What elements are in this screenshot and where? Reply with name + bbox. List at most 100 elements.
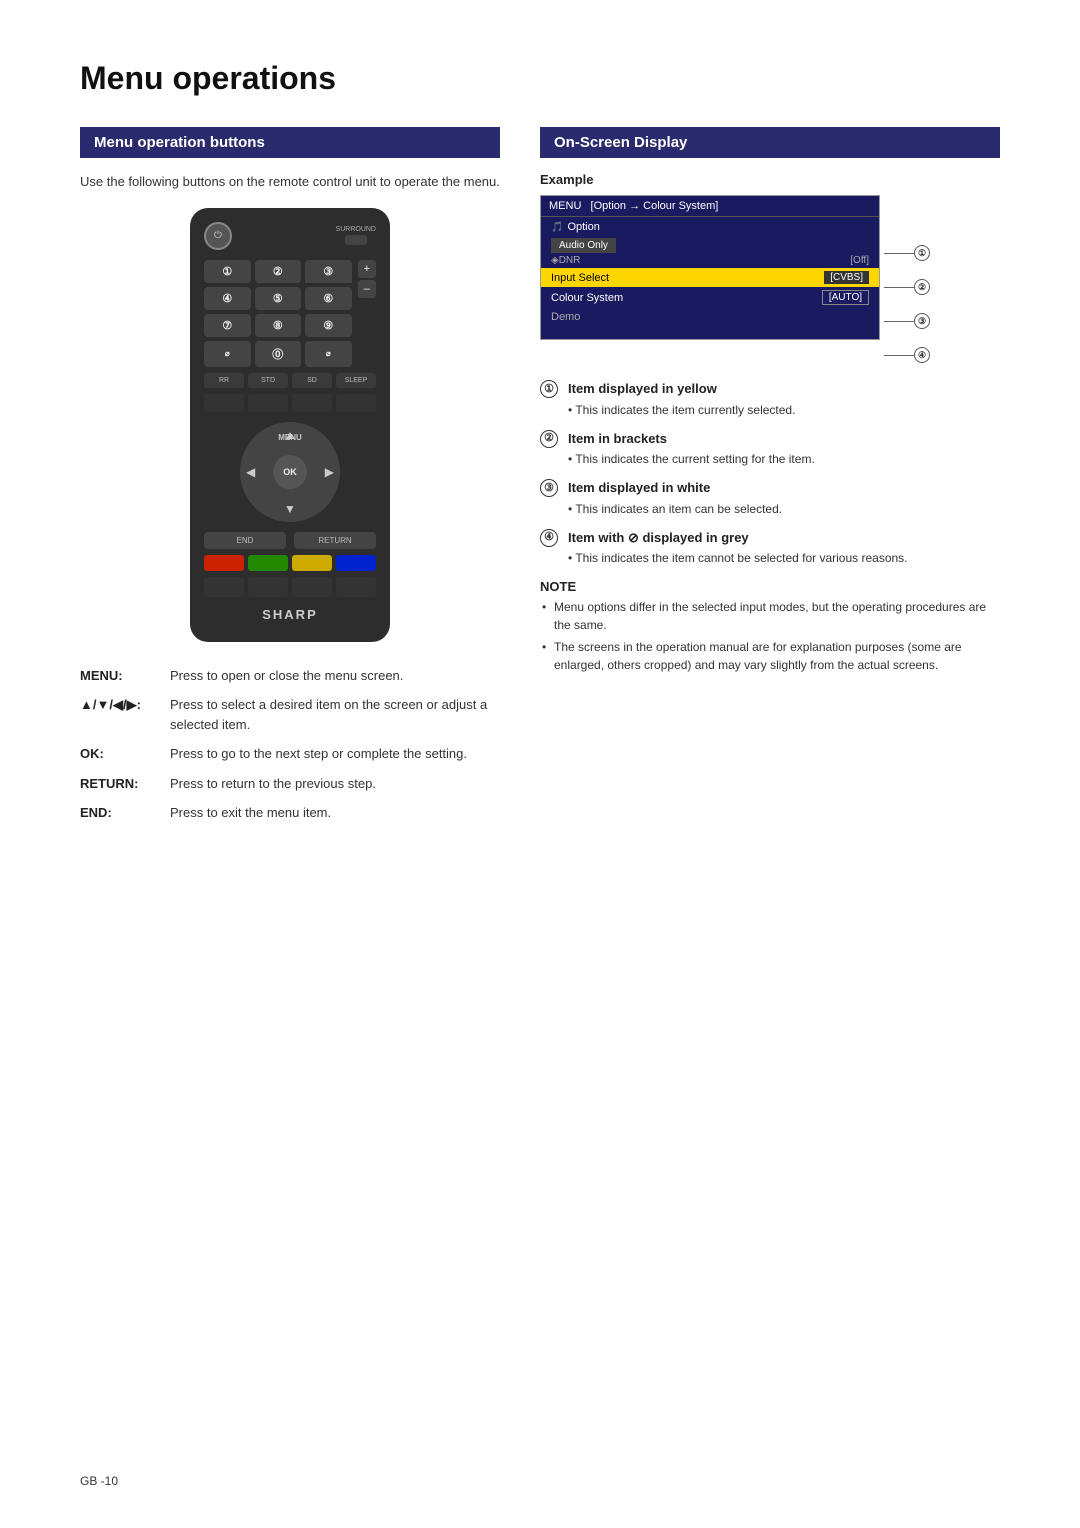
func-rect-3[interactable] xyxy=(292,394,332,412)
intro-text: Use the following buttons on the remote … xyxy=(80,172,500,192)
ann-line-3 xyxy=(884,321,914,322)
menu-label-above-dpad: MENU xyxy=(278,433,302,442)
osd-with-annotations: MENU [Option → Colour System] 🎵 Option A… xyxy=(540,195,1000,363)
osd-header-text: MENU [Option → Colour System] xyxy=(549,200,718,212)
menu-key-desc: MENU: Press to open or close the menu sc… xyxy=(80,666,500,686)
remote-control: ⏻ SURROUND ① ② ③ ④ ⑤ ⑥ ⑦ ⑧ ⑨ xyxy=(190,208,390,642)
num-1-button[interactable]: ① xyxy=(204,260,251,283)
ok-key-label: OK: xyxy=(80,744,160,764)
num-3-button[interactable]: ③ xyxy=(305,260,352,283)
return-button[interactable]: RETURN xyxy=(294,532,376,549)
arrow-key-label: ▲/▼/◀/▶: xyxy=(80,695,160,715)
osd-side-numbers: ① ② ③ ④ xyxy=(880,195,930,363)
sleep-button[interactable]: SLEEP xyxy=(336,373,376,388)
arrow-key-desc: ▲/▼/◀/▶: Press to select a desired item … xyxy=(80,695,500,734)
surround-label: SURROUND xyxy=(336,226,376,233)
red-button[interactable] xyxy=(204,555,244,571)
sd-button[interactable]: SD xyxy=(292,373,332,388)
osd-dnr-label: ◈DNR xyxy=(551,255,580,266)
osd-demo-row: Demo xyxy=(541,308,879,329)
symbol-button[interactable]: ⌀ xyxy=(204,341,251,367)
ann-num-1: ① xyxy=(884,245,930,261)
num-0-button[interactable]: ⓪ xyxy=(255,341,302,367)
option-icon: 🎵 xyxy=(551,222,563,233)
dpad[interactable]: ▲ ▼ ◀ ▶ MENU OK xyxy=(240,422,340,522)
osd-display: MENU [Option → Colour System] 🎵 Option A… xyxy=(540,195,880,340)
arrow-key-text: Press to select a desired item on the sc… xyxy=(170,695,500,734)
color-rect-1[interactable] xyxy=(204,577,244,597)
blue-button[interactable] xyxy=(336,555,376,571)
ann-line-1 xyxy=(884,253,914,254)
surround-button[interactable] xyxy=(345,235,367,245)
rr-button[interactable]: RR xyxy=(204,373,244,388)
osd-colour-system-value: [AUTO] xyxy=(822,290,869,305)
annotation-3: ③ Item displayed in white This indicates… xyxy=(540,478,1000,518)
annotation-4: ④ Item with ⊘ displayed in grey This ind… xyxy=(540,528,1000,568)
std-button[interactable]: STD xyxy=(248,373,288,388)
ann-1-num: ① xyxy=(540,380,558,398)
dpad-left-icon: ◀ xyxy=(246,465,255,479)
color-rect-4[interactable] xyxy=(336,577,376,597)
func-rect-1[interactable] xyxy=(204,394,244,412)
osd-audio-only-label: Audio Only xyxy=(551,238,616,253)
num-6-button[interactable]: ⑥ xyxy=(305,287,352,310)
osd-option-row: 🎵 Option xyxy=(541,217,879,237)
ok-button[interactable]: MENU OK xyxy=(273,455,307,489)
end-key-label: END: xyxy=(80,803,160,823)
func-rect-4[interactable] xyxy=(336,394,376,412)
ann-4-content: Item with ⊘ displayed in grey This indic… xyxy=(568,528,908,568)
osd-audio-only-row: Audio Only xyxy=(541,237,879,253)
note-section: NOTE Menu options differ in the selected… xyxy=(540,579,1000,674)
remote-top-row: ⏻ SURROUND xyxy=(204,222,376,250)
osd-bottom-spacer xyxy=(541,329,879,339)
dpad-down-icon: ▼ xyxy=(284,502,296,516)
num-7-button[interactable]: ⑦ xyxy=(204,314,251,337)
end-key-text: Press to exit the menu item. xyxy=(170,803,331,823)
numpad-area: ① ② ③ ④ ⑤ ⑥ ⑦ ⑧ ⑨ ⌀ ⓪ ⌀ + – xyxy=(204,260,376,367)
annotation-1: ① Item displayed in yellow This indicate… xyxy=(540,379,1000,419)
symbol2-button[interactable]: ⌀ xyxy=(305,341,352,367)
num-5-button[interactable]: ⑤ xyxy=(255,287,302,310)
power-button[interactable]: ⏻ xyxy=(204,222,232,250)
ann-2-content: Item in brackets This indicates the curr… xyxy=(568,429,815,469)
osd-input-select-row: Input Select [CVBS] xyxy=(541,268,879,287)
color-buttons-row xyxy=(204,555,376,571)
num-2-button[interactable]: ② xyxy=(255,260,302,283)
function-row: RR STD SD SLEEP xyxy=(204,373,376,388)
note-2: The screens in the operation manual are … xyxy=(540,638,1000,674)
ann-1-title: Item displayed in yellow xyxy=(568,379,795,399)
osd-input-select-label: Input Select xyxy=(551,272,824,284)
note-title: NOTE xyxy=(540,579,1000,594)
osd-off-label: [Off] xyxy=(850,255,869,266)
left-section-header: Menu operation buttons xyxy=(80,127,500,158)
vol-plus-button[interactable]: + xyxy=(358,260,376,278)
num-4-button[interactable]: ④ xyxy=(204,287,251,310)
ok-key-desc: OK: Press to go to the next step or comp… xyxy=(80,744,500,764)
ann-num-3: ③ xyxy=(884,313,930,329)
num-9-button[interactable]: ⑨ xyxy=(305,314,352,337)
surround-section: SURROUND xyxy=(336,226,376,245)
ann-3-content: Item displayed in white This indicates a… xyxy=(568,478,782,518)
dpad-ring: ▲ ▼ ◀ ▶ MENU OK xyxy=(240,422,340,522)
example-label: Example xyxy=(540,172,1000,187)
num-8-button[interactable]: ⑧ xyxy=(255,314,302,337)
vol-minus-button[interactable]: – xyxy=(358,280,376,298)
ann-num-2: ② xyxy=(884,279,930,295)
power-icon: ⏻ xyxy=(214,230,222,241)
color-rect-2[interactable] xyxy=(248,577,288,597)
menu-key-label: MENU: xyxy=(80,666,160,686)
func-rect-2[interactable] xyxy=(248,394,288,412)
ann-2-num: ② xyxy=(540,430,558,448)
ann-1-bullet: This indicates the item currently select… xyxy=(568,401,795,419)
green-button[interactable] xyxy=(248,555,288,571)
end-button[interactable]: END xyxy=(204,532,286,549)
ann-circle-2: ② xyxy=(914,279,930,295)
color-rects-row xyxy=(204,577,376,597)
color-rect-3[interactable] xyxy=(292,577,332,597)
osd-colour-system-label: Colour System xyxy=(551,292,822,304)
brand-logo: SHARP xyxy=(262,607,318,622)
yellow-button[interactable] xyxy=(292,555,332,571)
number-grid: ① ② ③ ④ ⑤ ⑥ ⑦ ⑧ ⑨ ⌀ ⓪ ⌀ xyxy=(204,260,352,367)
osd-input-select-value: [CVBS] xyxy=(824,271,869,284)
key-descriptions: MENU: Press to open or close the menu sc… xyxy=(80,666,500,823)
